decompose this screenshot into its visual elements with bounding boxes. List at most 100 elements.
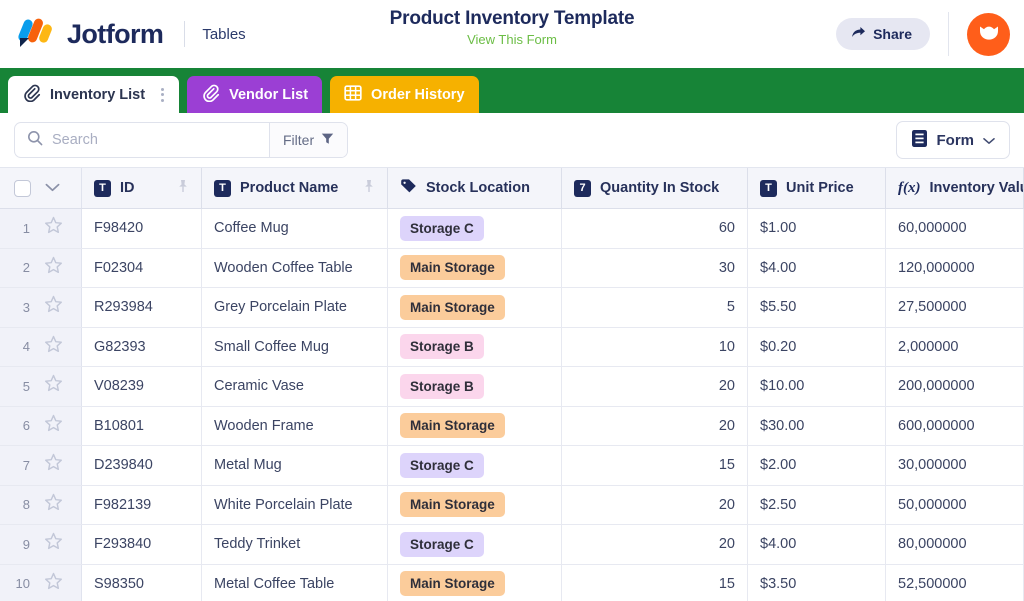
cell-product-name[interactable]: Wooden Coffee Table (202, 248, 388, 287)
star-icon[interactable] (44, 532, 63, 556)
cell-inventory-value[interactable]: 27,500000 (886, 288, 1024, 327)
star-icon[interactable] (44, 256, 63, 280)
cell-unit-price[interactable]: $10.00 (748, 367, 886, 406)
cell-product-name[interactable]: Ceramic Vase (202, 367, 388, 406)
star-icon[interactable] (44, 453, 63, 477)
cell-unit-price[interactable]: $30.00 (748, 406, 886, 445)
cell-quantity[interactable]: 20 (562, 367, 748, 406)
cell-unit-price[interactable]: $4.00 (748, 248, 886, 287)
cell-stock-location[interactable]: Storage B (388, 327, 562, 366)
table-row[interactable]: 4 G82393 Small Coffee Mug Storage B 10 $0.20 2… (0, 327, 1024, 367)
cell-id[interactable]: S98350 (82, 564, 202, 601)
tab-vendor-list[interactable]: Vendor List (187, 76, 323, 113)
column-header-inventory-value[interactable]: f(x) Inventory Value (886, 168, 1024, 208)
chevron-down-icon[interactable] (45, 179, 60, 197)
cell-unit-price[interactable]: $2.50 (748, 485, 886, 524)
cell-id[interactable]: F98420 (82, 209, 202, 248)
star-icon[interactable] (44, 572, 63, 596)
star-icon[interactable] (44, 335, 63, 359)
cell-inventory-value[interactable]: 60,000000 (886, 209, 1024, 248)
cell-stock-location[interactable]: Main Storage (388, 248, 562, 287)
cell-product-name[interactable]: White Porcelain Plate (202, 485, 388, 524)
cell-quantity[interactable]: 15 (562, 564, 748, 601)
star-icon[interactable] (44, 493, 63, 517)
pin-icon[interactable] (363, 179, 375, 197)
cell-stock-location[interactable]: Storage C (388, 446, 562, 485)
table-row[interactable]: 7 D239840 Metal Mug Storage C 15 $2.00 30,0000… (0, 446, 1024, 486)
cell-unit-price[interactable]: $5.50 (748, 288, 886, 327)
cell-inventory-value[interactable]: 52,500000 (886, 564, 1024, 601)
table-row[interactable]: 9 F293840 Teddy Trinket Storage C 20 $4.00 80,… (0, 525, 1024, 565)
cell-id[interactable]: B10801 (82, 406, 202, 445)
cell-unit-price[interactable]: $0.20 (748, 327, 886, 366)
cell-stock-location[interactable]: Storage C (388, 209, 562, 248)
cell-id[interactable]: D239840 (82, 446, 202, 485)
table-row[interactable]: 10 S98350 Metal Coffee Table Main Storage 15… (0, 564, 1024, 601)
cell-stock-location[interactable]: Main Storage (388, 406, 562, 445)
tab-options-icon[interactable] (154, 87, 171, 102)
cell-product-name[interactable]: Metal Mug (202, 446, 388, 485)
cell-stock-location[interactable]: Storage B (388, 367, 562, 406)
cell-unit-price[interactable]: $4.00 (748, 525, 886, 564)
filter-button[interactable]: Filter (269, 123, 348, 157)
table-row[interactable]: 3 R293984 Grey Porcelain Plate Main Storage… (0, 288, 1024, 328)
cell-id[interactable]: F982139 (82, 485, 202, 524)
cell-id[interactable]: V08239 (82, 367, 202, 406)
cell-id[interactable]: G82393 (82, 327, 202, 366)
cell-product-name[interactable]: Coffee Mug (202, 209, 388, 248)
view-form-link[interactable]: View This Form (0, 32, 1024, 47)
cell-inventory-value[interactable]: 600,000000 (886, 406, 1024, 445)
cell-stock-location[interactable]: Main Storage (388, 485, 562, 524)
column-header-unit-price[interactable]: T Unit Price (748, 168, 886, 208)
form-button[interactable]: Form (895, 121, 1010, 159)
cell-inventory-value[interactable]: 80,000000 (886, 525, 1024, 564)
cell-quantity[interactable]: 20 (562, 525, 748, 564)
column-header-stock-location[interactable]: Stock Location (388, 168, 562, 208)
cell-id[interactable]: F293840 (82, 525, 202, 564)
cell-product-name[interactable]: Teddy Trinket (202, 525, 388, 564)
table-row[interactable]: 6 B10801 Wooden Frame Main Storage 20 $30.00 6… (0, 406, 1024, 446)
cell-inventory-value[interactable]: 50,000000 (886, 485, 1024, 524)
cell-product-name[interactable]: Small Coffee Mug (202, 327, 388, 366)
star-icon[interactable] (44, 295, 63, 319)
cell-quantity[interactable]: 30 (562, 248, 748, 287)
star-icon[interactable] (44, 374, 63, 398)
table-row[interactable]: 1 F98420 Coffee Mug Storage C 60 $1.00 60,0000… (0, 209, 1024, 249)
table-row[interactable]: 2 F02304 Wooden Coffee Table Main Storage 30… (0, 248, 1024, 288)
cell-stock-location[interactable]: Main Storage (388, 564, 562, 601)
cell-inventory-value[interactable]: 2,000000 (886, 327, 1024, 366)
cell-inventory-value[interactable]: 30,000000 (886, 446, 1024, 485)
column-header-id[interactable]: T ID (82, 168, 202, 208)
pin-icon[interactable] (177, 179, 189, 197)
cell-inventory-value[interactable]: 200,000000 (886, 367, 1024, 406)
column-header-product-name[interactable]: T Product Name (202, 168, 388, 208)
cell-quantity[interactable]: 5 (562, 288, 748, 327)
cell-unit-price[interactable]: $1.00 (748, 209, 886, 248)
star-icon[interactable] (44, 414, 63, 438)
data-table[interactable]: T ID T Product Name Stock Location 7 Qua… (0, 167, 1024, 601)
cell-id[interactable]: R293984 (82, 288, 202, 327)
cell-inventory-value[interactable]: 120,000000 (886, 248, 1024, 287)
search-box[interactable] (15, 123, 269, 157)
cell-stock-location[interactable]: Storage C (388, 525, 562, 564)
column-header-quantity-in-stock[interactable]: 7 Quantity In Stock (562, 168, 748, 208)
tab-order-history[interactable]: Order History (330, 76, 479, 113)
cell-product-name[interactable]: Grey Porcelain Plate (202, 288, 388, 327)
cell-quantity[interactable]: 20 (562, 485, 748, 524)
cell-quantity[interactable]: 20 (562, 406, 748, 445)
search-input[interactable] (52, 132, 257, 148)
table-row[interactable]: 8 F982139 White Porcelain Plate Main Storag… (0, 485, 1024, 525)
cell-unit-price[interactable]: $2.00 (748, 446, 886, 485)
cell-stock-location[interactable]: Main Storage (388, 288, 562, 327)
cell-product-name[interactable]: Wooden Frame (202, 406, 388, 445)
cell-unit-price[interactable]: $3.50 (748, 564, 886, 601)
checkbox-icon[interactable] (14, 179, 31, 197)
cell-quantity[interactable]: 10 (562, 327, 748, 366)
table-row[interactable]: 5 V08239 Ceramic Vase Storage B 20 $10.00 200,… (0, 367, 1024, 407)
cell-product-name[interactable]: Metal Coffee Table (202, 564, 388, 601)
tab-inventory-list[interactable]: Inventory List (8, 76, 180, 113)
cell-quantity[interactable]: 60 (562, 209, 748, 248)
cell-quantity[interactable]: 15 (562, 446, 748, 485)
cell-id[interactable]: F02304 (82, 248, 202, 287)
star-icon[interactable] (44, 216, 63, 240)
